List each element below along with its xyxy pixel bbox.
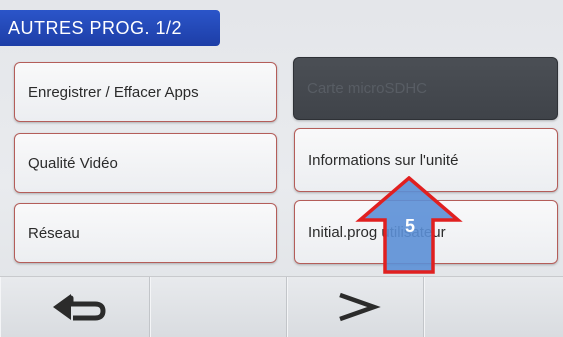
back-arrow-icon (53, 294, 106, 321)
user-initialization-label: Initial.prog utilisateur (308, 223, 446, 241)
footer-empty-slot (150, 277, 287, 337)
microsdhc-card-label: Carte microSDHC (307, 80, 428, 97)
next-button[interactable] (287, 277, 424, 337)
network-label: Réseau (28, 224, 80, 242)
unit-information-button[interactable]: Informations sur l'unité (294, 128, 558, 192)
back-button[interactable] (0, 277, 150, 337)
unit-information-label: Informations sur l'unité (308, 151, 459, 169)
network-button[interactable]: Réseau (14, 203, 277, 263)
page-title: AUTRES PROG. 1/2 (8, 18, 183, 38)
save-delete-apps-label: Enregistrer / Effacer Apps (28, 83, 199, 101)
user-initialization-button[interactable]: Initial.prog utilisateur (294, 200, 558, 264)
video-quality-label: Qualité Vidéo (28, 154, 118, 172)
video-quality-button[interactable]: Qualité Vidéo (14, 133, 277, 193)
footer-empty-slot (424, 277, 563, 337)
microsdhc-card-button[interactable]: Carte microSDHC (293, 57, 558, 120)
annotation-step-number: 5 (404, 216, 415, 236)
footer-bar (0, 276, 563, 337)
header-bar: AUTRES PROG. 1/2 (0, 10, 220, 46)
save-delete-apps-button[interactable]: Enregistrer / Effacer Apps (14, 62, 277, 122)
screen: AUTRES PROG. 1/2 Enregistrer / Effacer A… (0, 0, 563, 337)
chevron-right-icon (339, 292, 381, 322)
